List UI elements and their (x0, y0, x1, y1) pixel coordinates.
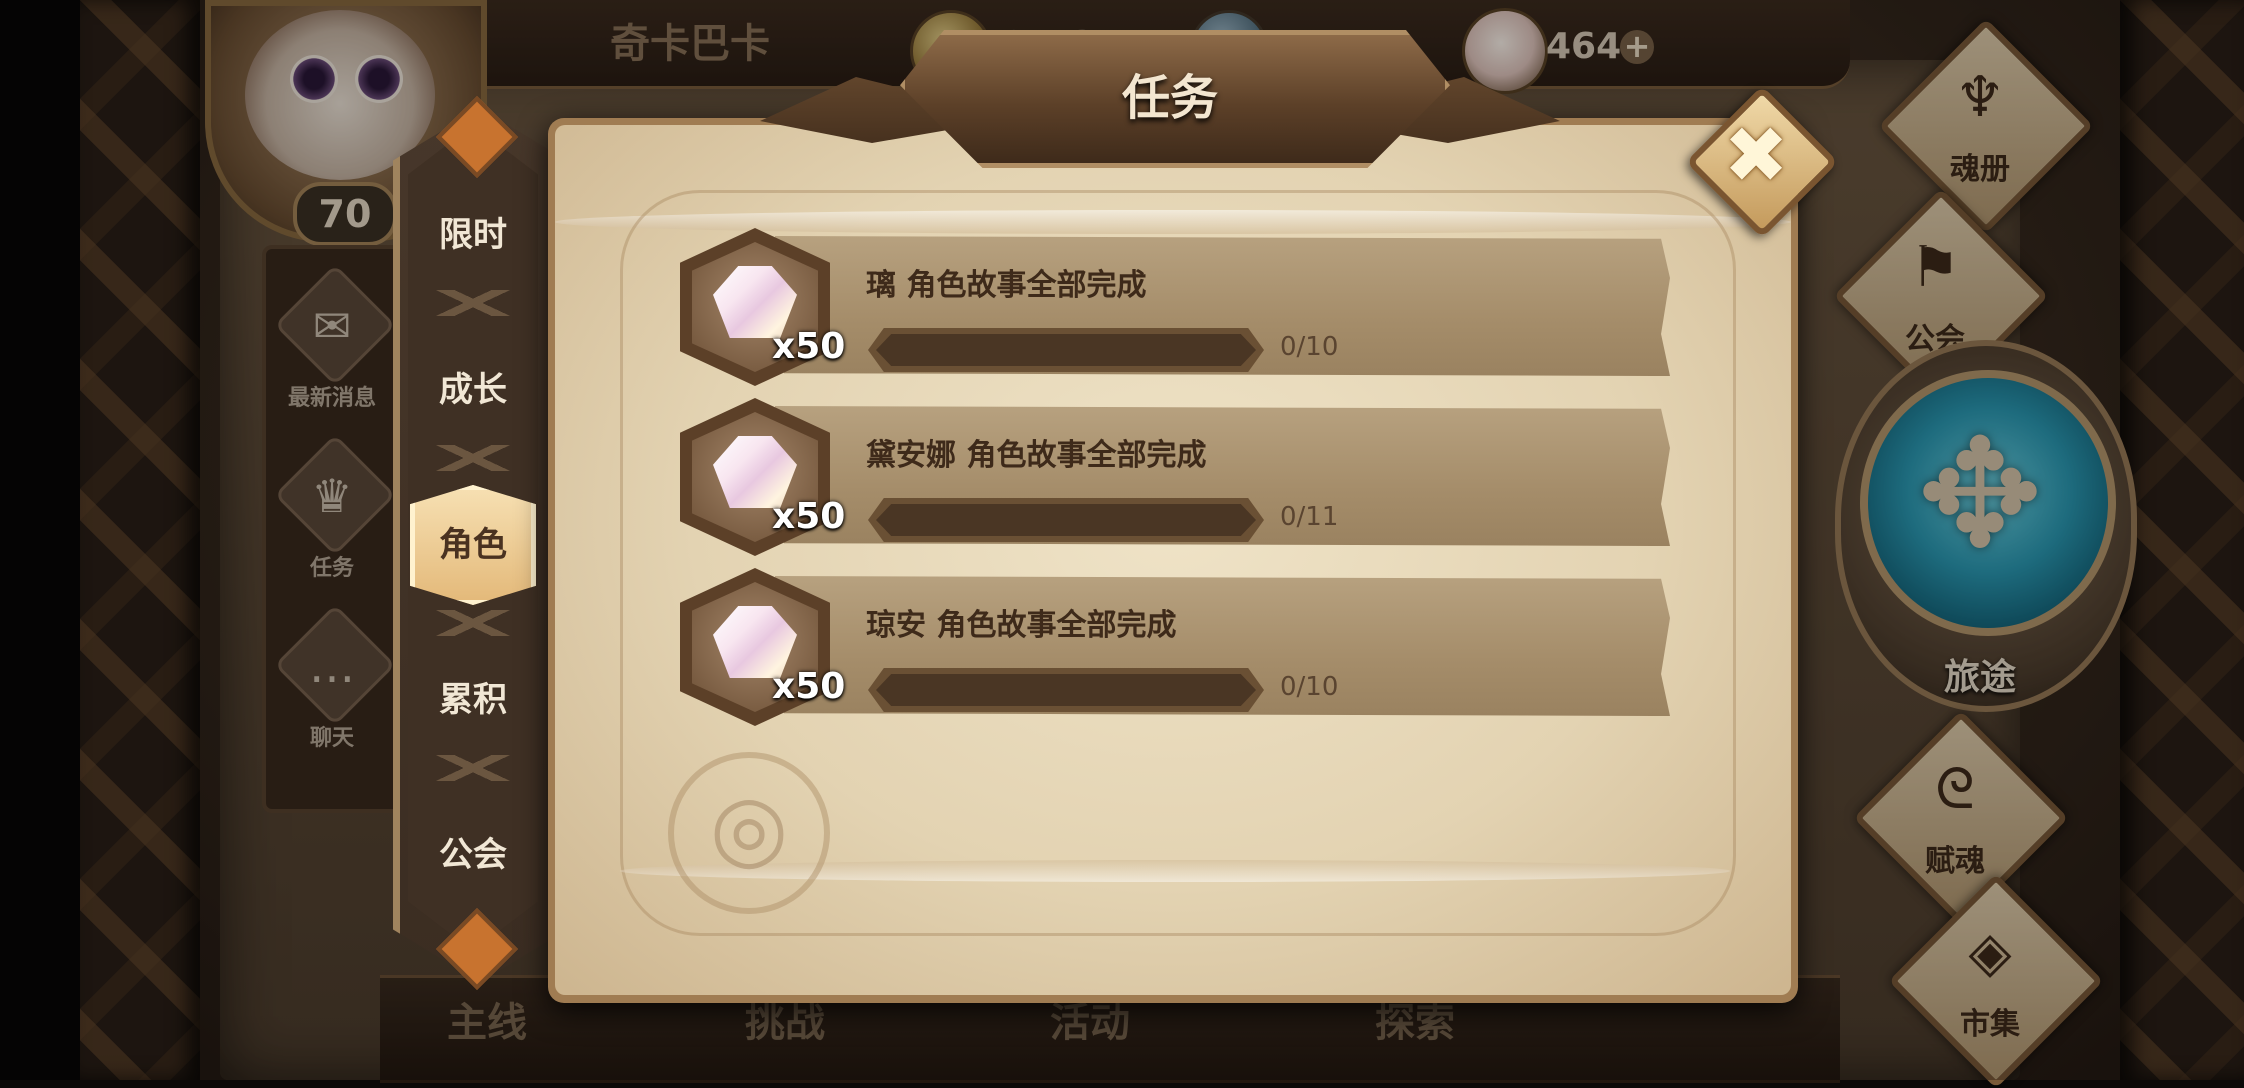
task-row: x50 琼安 角色故事全部完成 0/10 (680, 568, 1670, 726)
tab-character[interactable]: 角色 (410, 485, 536, 605)
tab-growth[interactable]: 成长 (410, 330, 536, 450)
task-row: x50 黛安娜 角色故事全部完成 0/11 (680, 398, 1670, 556)
task-row: x50 璃 角色故事全部完成 0/10 (680, 228, 1670, 386)
close-icon: ✖ (1723, 111, 1789, 201)
task-title: 璃 角色故事全部完成 (866, 268, 1147, 303)
tab-guild[interactable]: 公会 (410, 795, 536, 915)
tab-divider (408, 290, 538, 316)
tab-divider (408, 445, 538, 471)
reward-quantity: x50 (772, 666, 846, 707)
tab-limited-time[interactable]: 限时 (410, 175, 536, 295)
progress-track (876, 334, 1256, 366)
task-title: 琼安 角色故事全部完成 (866, 608, 1177, 643)
progress-text: 0/10 (1280, 332, 1339, 362)
task-title: 黛安娜 角色故事全部完成 (866, 438, 1207, 473)
progress-track (876, 674, 1256, 706)
reward-quantity: x50 (772, 326, 846, 367)
progress-text: 0/10 (1280, 672, 1339, 702)
tab-divider (408, 610, 538, 636)
reward-quantity: x50 (772, 496, 846, 537)
empty-slot-seal-icon: ◎ (668, 752, 830, 914)
tab-divider (408, 755, 538, 781)
progress-track (876, 504, 1256, 536)
tab-cumulative[interactable]: 累积 (410, 640, 536, 760)
modal-title: 任务 (1121, 70, 1218, 126)
progress-text: 0/11 (1280, 502, 1339, 532)
